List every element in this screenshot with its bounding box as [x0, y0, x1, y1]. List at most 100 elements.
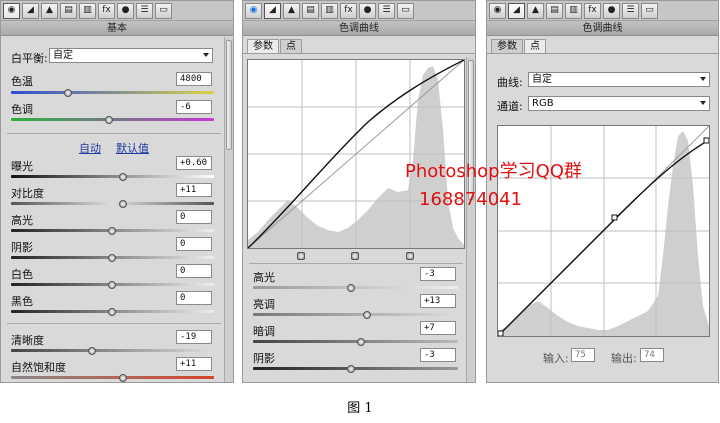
darks-slider-track[interactable] [253, 340, 458, 343]
presets-icon[interactable]: ☰ [622, 2, 639, 19]
tab-point[interactable]: 点 [280, 39, 302, 53]
split-icon[interactable]: ▥ [565, 2, 582, 19]
lights-slider-track[interactable] [253, 313, 458, 316]
presets-icon[interactable]: ☰ [378, 2, 395, 19]
point-curve-graph[interactable] [497, 125, 710, 337]
clarity-slider-knob[interactable] [88, 347, 96, 355]
temp-slider-knob[interactable] [64, 89, 72, 97]
mountain-icon[interactable]: ▲ [527, 2, 544, 19]
temp-value[interactable]: 4800 [176, 72, 212, 86]
scrollbar-thumb[interactable] [226, 40, 232, 150]
fx-icon[interactable]: fx [584, 2, 601, 19]
blacks-label: 黑色 [11, 295, 33, 308]
split-point-mid-knob[interactable] [351, 252, 359, 260]
presets-icon[interactable]: ☰ [136, 2, 153, 19]
exposure-value[interactable]: +0.60 [176, 156, 212, 170]
aperture-icon[interactable]: ◉ [3, 2, 20, 19]
shadows-label: 阴影 [253, 352, 275, 365]
fx-icon[interactable]: fx [340, 2, 357, 19]
clarity-value[interactable]: -19 [176, 330, 212, 344]
contrast-value[interactable]: +11 [176, 183, 212, 197]
output-value[interactable]: 74 [640, 348, 664, 362]
highlights-slider-track[interactable] [253, 286, 458, 289]
default-link[interactable]: 默认值 [116, 140, 149, 156]
highlights-slider-knob[interactable] [108, 227, 116, 235]
basic-panel: ◉ ◢ ▲ ▤ ▥ fx ● ☰ ▭ 基本 白平衡: 自定 色温 4800 色调… [0, 0, 234, 383]
watermark: Photoshop学习QQ群 168874041 [405, 158, 582, 214]
parametric-curve-graph[interactable] [247, 59, 465, 249]
divider [249, 263, 463, 264]
tone-curve-icon[interactable]: ◢ [508, 2, 525, 19]
tone-curve-icon[interactable]: ◢ [22, 2, 39, 19]
fx-icon[interactable]: fx [98, 2, 115, 19]
tab-point[interactable]: 点 [524, 39, 546, 53]
aperture-icon[interactable]: ◉ [489, 2, 506, 19]
blacks-slider-knob[interactable] [108, 308, 116, 316]
shadows-value[interactable]: 0 [176, 237, 212, 251]
curve-point [611, 214, 618, 221]
vibrance-slider-knob[interactable] [119, 374, 127, 382]
hsl-icon[interactable]: ▤ [546, 2, 563, 19]
shadows-slider-track[interactable] [253, 367, 458, 370]
panel-toolbar: ◉ ◢ ▲ ▤ ▥ fx ● ☰ ▭ [243, 1, 475, 21]
whites-slider-knob[interactable] [108, 281, 116, 289]
blacks-value[interactable]: 0 [176, 291, 212, 305]
panel-title: 色调曲线 [487, 21, 718, 36]
curve-select[interactable]: 自定 [528, 72, 710, 87]
exposure-slider-track[interactable] [11, 175, 214, 178]
mountain-icon[interactable]: ▲ [283, 2, 300, 19]
split-icon[interactable]: ▥ [321, 2, 338, 19]
output-label: 输出: [611, 352, 637, 365]
lights-label: 亮调 [253, 298, 275, 311]
contrast-slider-track[interactable] [11, 202, 214, 205]
vibrance-slider-track[interactable] [11, 376, 214, 379]
auto-link[interactable]: 自动 [79, 140, 101, 156]
highlights-value[interactable]: -3 [420, 267, 456, 281]
watermark-title: Photoshop学习QQ群 [405, 161, 582, 182]
snapshot-icon[interactable]: ▭ [155, 2, 172, 19]
lights-value[interactable]: +13 [420, 294, 456, 308]
exposure-slider-knob[interactable] [119, 173, 127, 181]
white-balance-select[interactable]: 自定 [49, 48, 213, 63]
tone-curve-icon[interactable]: ◢ [264, 2, 281, 19]
camera-icon[interactable]: ● [117, 2, 134, 19]
darks-value[interactable]: +7 [420, 321, 456, 335]
curve-value: 自定 [532, 74, 552, 85]
split-icon[interactable]: ▥ [79, 2, 96, 19]
lights-slider-knob[interactable] [363, 311, 371, 319]
shadows-slider-knob[interactable] [108, 254, 116, 262]
temp-label: 色温 [11, 75, 33, 88]
contrast-slider-knob[interactable] [119, 200, 127, 208]
aperture-icon[interactable]: ◉ [245, 2, 262, 19]
camera-icon[interactable]: ● [603, 2, 620, 19]
snapshot-icon[interactable]: ▭ [641, 2, 658, 19]
split-point-shadow-knob[interactable] [297, 252, 305, 260]
darks-slider-knob[interactable] [357, 338, 365, 346]
clarity-slider-track[interactable] [11, 349, 214, 352]
clarity-label: 清晰度 [11, 334, 44, 347]
snapshot-icon[interactable]: ▭ [397, 2, 414, 19]
split-point-highlight-knob[interactable] [406, 252, 414, 260]
input-value[interactable]: 75 [571, 348, 595, 362]
shadows-value[interactable]: -3 [420, 348, 456, 362]
scrollbar[interactable] [466, 57, 475, 382]
whites-value[interactable]: 0 [176, 264, 212, 278]
channel-label: 通道: [497, 100, 523, 113]
darks-label: 暗调 [253, 325, 275, 338]
tint-slider-knob[interactable] [105, 116, 113, 124]
camera-icon[interactable]: ● [359, 2, 376, 19]
temp-slider-track[interactable] [11, 91, 214, 94]
highlights-value[interactable]: 0 [176, 210, 212, 224]
chevron-down-icon [203, 53, 209, 57]
tab-parametric[interactable]: 参数 [491, 39, 523, 53]
channel-select[interactable]: RGB [528, 96, 710, 111]
hsl-icon[interactable]: ▤ [60, 2, 77, 19]
tint-value[interactable]: -6 [176, 100, 212, 114]
tab-parametric[interactable]: 参数 [247, 39, 279, 53]
mountain-icon[interactable]: ▲ [41, 2, 58, 19]
shadows-slider-knob[interactable] [347, 365, 355, 373]
hsl-icon[interactable]: ▤ [302, 2, 319, 19]
vibrance-value[interactable]: +11 [176, 357, 212, 371]
scrollbar[interactable] [224, 37, 233, 382]
highlights-slider-knob[interactable] [347, 284, 355, 292]
